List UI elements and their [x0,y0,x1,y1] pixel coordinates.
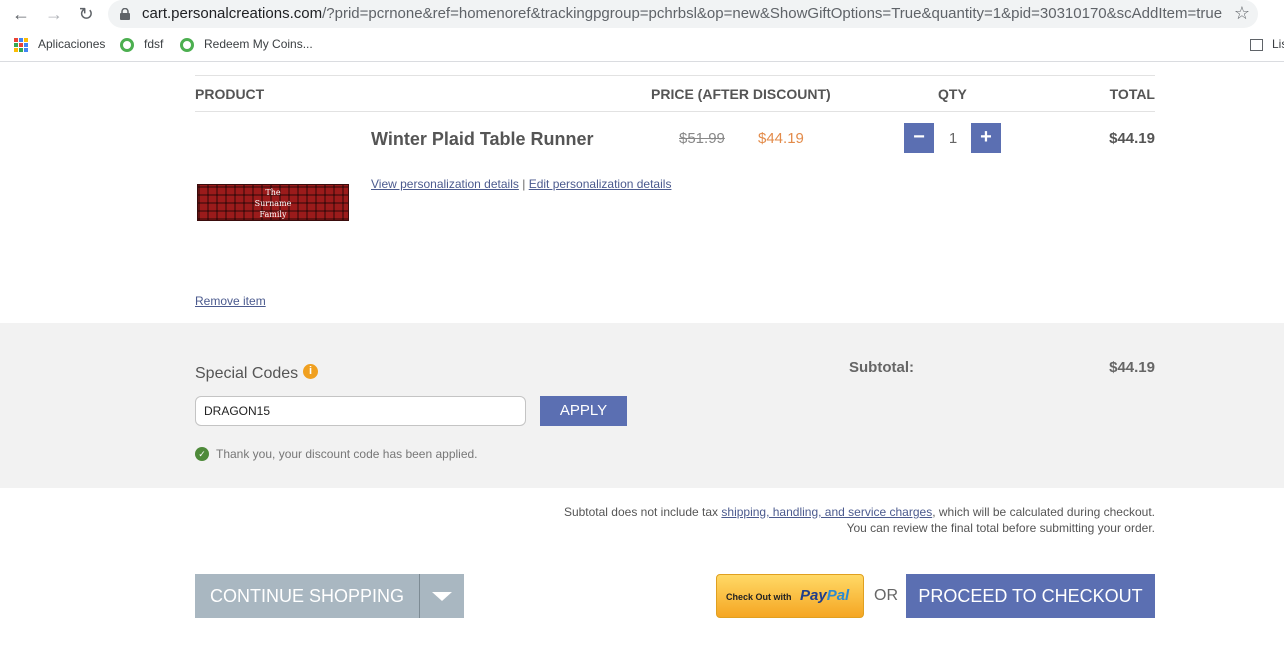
bookmarks-bar: Aplicaciones fdsf Redeem My Coins... Lis [0,28,1284,62]
subtotal-note: Subtotal does not include tax shipping, … [500,504,1155,536]
continue-shopping-button[interactable]: CONTINUE SHOPPING [195,574,464,618]
reload-icon[interactable]: ↻ [76,4,96,24]
divider [195,111,1155,112]
bookmark-favicon-icon [180,38,194,52]
continue-shopping-label[interactable]: CONTINUE SHOPPING [195,574,419,618]
paypal-label: Check Out with [726,592,792,602]
address-bar[interactable]: cart.personalcreations.com/?prid=pcrnone… [108,0,1258,28]
product-image[interactable]: The Surname Family [197,184,349,221]
remove-item-link[interactable]: Remove item [195,294,266,308]
special-codes-label: Special Codes [195,365,299,382]
special-code-input[interactable] [195,396,526,426]
subtotal-label: Subtotal: [849,359,914,376]
reading-list-icon[interactable] [1250,39,1263,51]
price-original: $51.99 [679,130,725,147]
browser-toolbar: ← → ↻ cart.personalcreations.com/?prid=p… [0,0,1284,28]
or-separator: OR [874,587,898,604]
lock-icon [120,8,130,20]
note-text: You can review the final total before su… [846,521,1155,535]
note-text: , which will be calculated during checko… [932,505,1155,519]
apps-grid-icon [14,38,28,52]
bookmark-aplicaciones[interactable]: Aplicaciones [38,37,105,51]
bookmark-favicon-icon [120,38,134,52]
product-image-personalization: The Surname Family [254,188,292,219]
url-text: cart.personalcreations.com/?prid=pcrnone… [142,5,1222,22]
chevron-down-icon[interactable] [420,574,464,618]
qty-decrease-button[interactable]: − [904,123,934,153]
bookmark-redeem-coins[interactable]: Redeem My Coins... [204,37,313,51]
subtotal-value: $44.19 [1109,359,1155,376]
qty-value[interactable]: 1 [946,130,960,147]
qty-increase-button[interactable]: + [971,123,1001,153]
forward-arrow-icon[interactable]: → [44,4,64,24]
header-price: PRICE (AFTER DISCOUNT) [651,86,831,102]
header-total: TOTAL [1109,86,1155,102]
discount-success-message: Thank you, your discount code has been a… [216,447,478,461]
view-personalization-link[interactable]: View personalization details [371,177,519,191]
reading-list-label[interactable]: Lis [1272,37,1284,51]
note-text: Subtotal does not include tax [563,505,722,519]
price-discounted: $44.19 [758,130,804,147]
special-codes-section: Special Codes i APPLY ✓ Thank you, your … [0,323,1284,488]
bookmark-fdsf[interactable]: fdsf [144,37,163,51]
header-qty: QTY [938,86,967,102]
personalization-links: View personalization details | Edit pers… [371,177,671,191]
row-total: $44.19 [1109,130,1155,147]
header-product: PRODUCT [195,86,265,102]
edit-personalization-link[interactable]: Edit personalization details [529,177,672,191]
apply-button[interactable]: APPLY [540,396,627,426]
bookmark-star-icon[interactable]: ☆ [1234,3,1250,24]
paypal-checkout-button[interactable]: Check Out with PayPal [716,574,864,618]
proceed-to-checkout-button[interactable]: PROCEED TO CHECKOUT [906,574,1155,618]
product-name[interactable]: Winter Plaid Table Runner [371,129,594,150]
cart-page: PRODUCT PRICE (AFTER DISCOUNT) QTY TOTAL… [0,63,1284,660]
info-icon[interactable]: i [303,364,318,379]
shipping-charges-link[interactable]: shipping, handling, and service charges [721,505,932,519]
paypal-logo: PayPal [800,587,850,604]
link-separator: | [522,177,526,191]
divider [195,75,1155,76]
back-arrow-icon[interactable]: ← [11,4,31,24]
check-circle-icon: ✓ [195,447,209,461]
